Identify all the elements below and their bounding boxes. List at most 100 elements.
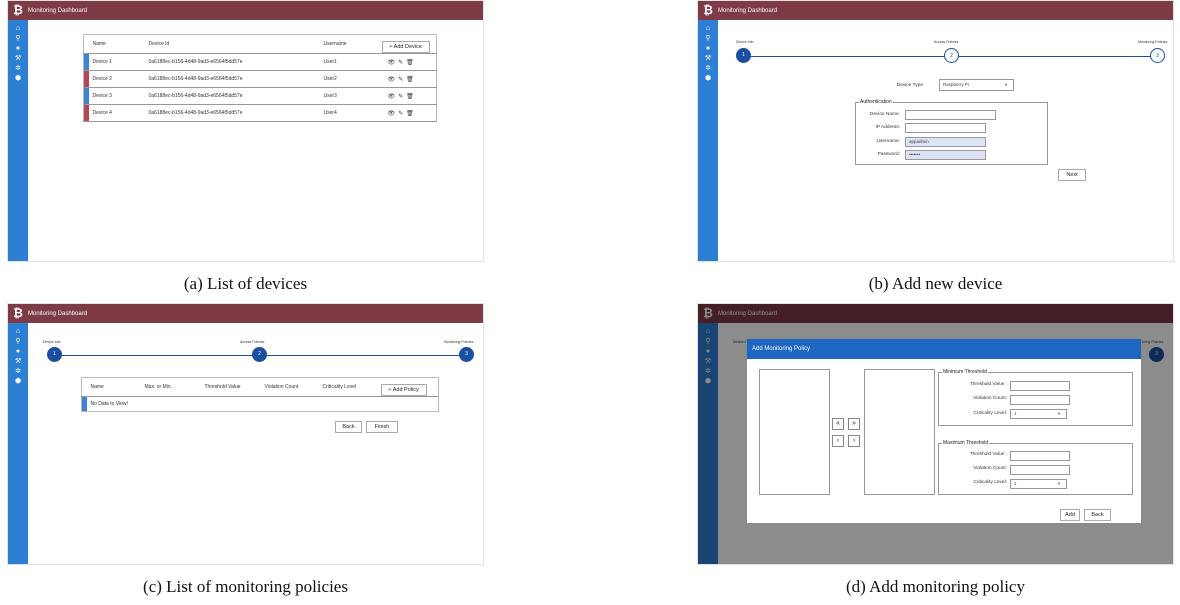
- empty-message: No Data to View!: [90, 401, 128, 407]
- step-label-access-policies: Access Policies: [934, 40, 959, 44]
- ip-address-input[interactable]: [905, 123, 986, 133]
- move-all-right-button[interactable]: »: [848, 418, 860, 430]
- table-row[interactable]: Device 1 0a6188ec-b156-4d48-9ad3-e6564f5d…: [83, 53, 437, 71]
- username-input[interactable]: appadmin: [905, 137, 986, 147]
- hexagon-icon[interactable]: ⬢: [698, 74, 718, 84]
- minimum-threshold-legend: Minimum Threshold: [942, 369, 988, 375]
- max-threshold-input[interactable]: [1010, 451, 1070, 461]
- selected-list[interactable]: [864, 369, 935, 495]
- wrench-icon[interactable]: ⚒: [8, 357, 28, 367]
- edit-icon[interactable]: ✎: [398, 60, 406, 66]
- add-button[interactable]: Add: [1060, 509, 1080, 521]
- step-2[interactable]: 2: [944, 48, 959, 63]
- plus-icon: +: [389, 44, 393, 50]
- available-list[interactable]: [759, 369, 830, 495]
- edit-icon[interactable]: ✎: [398, 77, 406, 83]
- device-name-input[interactable]: [905, 110, 996, 120]
- app-title: Monitoring Dashboard: [28, 7, 88, 14]
- wrench-icon[interactable]: ⚒: [8, 54, 28, 64]
- search-icon[interactable]: ⚲: [698, 34, 718, 44]
- min-violation-input[interactable]: [1010, 395, 1070, 405]
- search-icon[interactable]: ⚲: [8, 337, 28, 347]
- delete-icon[interactable]: 🗑: [406, 111, 417, 117]
- table-row[interactable]: Device 3 0a6188ec-b156-4d48-9ad3-e6564f5d…: [83, 87, 437, 105]
- device-name: Device 1: [92, 59, 112, 65]
- device-name: Device 4: [92, 110, 112, 116]
- delete-icon[interactable]: 🗑: [406, 94, 417, 100]
- device-username: User4: [323, 110, 337, 116]
- maximum-threshold-legend: Maximum Threshold: [942, 440, 990, 446]
- device-username: User3: [323, 93, 337, 99]
- finish-button[interactable]: Finish: [366, 421, 398, 433]
- max-violation-input[interactable]: [1010, 465, 1070, 475]
- user-icon[interactable]: ●: [8, 347, 28, 357]
- device-type-select[interactable]: Raspberry Pi ▼: [939, 79, 1014, 91]
- step-label-monitoring-policies: Monitoring Policies: [1138, 40, 1168, 44]
- device-type-label: Device Type: [896, 83, 923, 88]
- add-device-button[interactable]: + Add Device: [381, 41, 430, 53]
- next-button[interactable]: Next: [1058, 169, 1086, 181]
- back-button[interactable]: Back: [1084, 509, 1111, 521]
- gear-icon[interactable]: ✲: [8, 64, 28, 74]
- device-username: User1: [323, 59, 337, 65]
- edit-icon[interactable]: ✎: [398, 94, 406, 100]
- max-criticality-select[interactable]: 1 ▼: [1010, 479, 1067, 489]
- col-max-min-header: Max. or Min.: [144, 384, 173, 390]
- min-threshold-input[interactable]: [1010, 381, 1070, 391]
- view-icon[interactable]: 👁: [388, 94, 399, 100]
- step-label-device-info: Device Info: [736, 40, 754, 44]
- caption-a: (a) List of devices: [183, 274, 308, 293]
- hexagon-icon[interactable]: ⬢: [8, 377, 28, 387]
- delete-icon[interactable]: 🗑: [406, 77, 417, 83]
- home-icon[interactable]: ⌂: [8, 24, 28, 34]
- gear-icon[interactable]: ✲: [8, 367, 28, 377]
- panel-policy-list: ₿ Monitoring Dashboard ⌂ ⚲ ● ⚒ ✲ ⬢ Device Inf…: [7, 303, 484, 565]
- step-label-access-policies: Access Policies: [240, 340, 265, 344]
- add-policy-modal: Add Monitoring Policy « » ‹ › Minimum Th…: [746, 338, 1142, 524]
- chevron-down-icon: ▼: [1057, 481, 1061, 486]
- device-username: User2: [323, 76, 337, 82]
- table-row[interactable]: Device 4 0a6188ec-b156-4d48-9ad3-e6564f5d…: [83, 104, 437, 122]
- top-bar: ₿ Monitoring Dashboard: [8, 1, 483, 20]
- device-table: Name Device Id Username + Add Device Dev…: [83, 34, 437, 122]
- table-row[interactable]: Device 2 0a6188ec-b156-4d48-9ad3-e6564f5d…: [83, 70, 437, 88]
- col-name-header: Name: [92, 41, 106, 47]
- view-icon[interactable]: 👁: [388, 60, 399, 66]
- step-1[interactable]: 1: [47, 347, 62, 362]
- col-threshold-header: Threshold Value: [204, 384, 241, 390]
- field-label: Password:: [877, 152, 900, 157]
- view-icon[interactable]: 👁: [388, 111, 399, 117]
- gear-icon[interactable]: ✲: [698, 64, 718, 74]
- field-label: Username:: [876, 139, 900, 144]
- move-left-button[interactable]: ‹: [832, 435, 844, 447]
- home-icon[interactable]: ⌂: [8, 327, 28, 337]
- panel-add-policy: ₿ Monitoring Dashboard ⌂ ⚲ ● ⚒ ✲ ⬢ Device Inf…: [697, 303, 1174, 565]
- hexagon-icon[interactable]: ⬢: [8, 74, 28, 84]
- user-icon[interactable]: ●: [698, 44, 718, 54]
- edit-icon[interactable]: ✎: [398, 111, 406, 117]
- authentication-legend: Authentication: [859, 99, 893, 105]
- device-name: Device 2: [92, 76, 112, 82]
- device-id: 0a6188ec-b156-4d48-9ad3-e6564f5dd57e: [148, 76, 243, 82]
- min-criticality-select[interactable]: 1 ▼: [1010, 409, 1067, 419]
- search-icon[interactable]: ⚲: [8, 34, 28, 44]
- move-right-button[interactable]: ›: [848, 435, 860, 447]
- modal-title: Add Monitoring Policy: [747, 339, 1141, 359]
- password-input[interactable]: •••••••: [905, 150, 986, 160]
- view-icon[interactable]: 👁: [388, 77, 399, 83]
- user-icon[interactable]: ●: [8, 44, 28, 54]
- panel-add-device: ₿ Monitoring Dashboard ⌂ ⚲ ● ⚒ ✲ ⬢ Device Inf…: [697, 0, 1174, 262]
- col-name-header: Name: [90, 384, 104, 390]
- wrench-icon[interactable]: ⚒: [698, 54, 718, 64]
- top-bar: ₿ Monitoring Dashboard: [8, 304, 483, 323]
- app-title: Monitoring Dashboard: [718, 7, 778, 14]
- move-all-left-button[interactable]: «: [832, 418, 844, 430]
- step-2[interactable]: 2: [252, 347, 267, 362]
- step-3[interactable]: 3: [1150, 48, 1165, 63]
- step-1[interactable]: 1: [736, 48, 751, 63]
- back-button[interactable]: Back: [335, 421, 362, 433]
- add-policy-button[interactable]: + Add Policy: [380, 384, 427, 396]
- home-icon[interactable]: ⌂: [698, 24, 718, 34]
- delete-icon[interactable]: 🗑: [406, 60, 417, 66]
- step-3[interactable]: 3: [459, 347, 474, 362]
